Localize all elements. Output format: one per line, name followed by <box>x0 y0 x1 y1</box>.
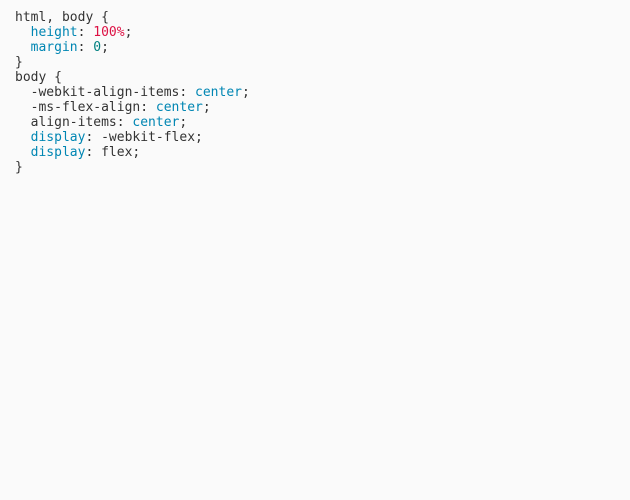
code-line: } <box>15 55 630 70</box>
code-line: align-items: center; <box>15 115 630 130</box>
code-line: html, body { <box>15 10 630 25</box>
code-token: ; <box>242 85 250 100</box>
code-line: body { <box>15 70 630 85</box>
code-token: center <box>132 115 179 130</box>
code-token: : <box>78 25 94 40</box>
code-token: height <box>31 25 78 40</box>
code-token: html, body { <box>15 10 109 25</box>
code-token: } <box>15 160 23 175</box>
code-token: : -webkit-flex; <box>85 130 202 145</box>
code-line: display: flex; <box>15 145 630 160</box>
code-line: -ms-flex-align: center; <box>15 100 630 115</box>
code-token: } <box>15 55 23 70</box>
code-line: } <box>15 160 630 175</box>
code-token: 0 <box>93 40 101 55</box>
code-token: display <box>31 130 86 145</box>
code-line: margin: 0; <box>15 40 630 55</box>
code-line: display: -webkit-flex; <box>15 130 630 145</box>
code-token: -webkit-align-items: <box>31 85 195 100</box>
code-block: html, body { height: 100%; margin: 0;}bo… <box>15 10 630 175</box>
code-token: -ms-flex-align: <box>31 100 156 115</box>
code-token: ; <box>101 40 109 55</box>
code-line: -webkit-align-items: center; <box>15 85 630 100</box>
code-token: body { <box>15 70 62 85</box>
code-token: display <box>31 145 86 160</box>
code-token: ; <box>125 25 133 40</box>
code-token: ; <box>179 115 187 130</box>
code-token: margin <box>31 40 78 55</box>
code-token: : <box>78 40 94 55</box>
code-token: : flex; <box>85 145 140 160</box>
code-token: align-items: <box>31 115 133 130</box>
code-line: height: 100%; <box>15 25 630 40</box>
code-token: 100% <box>93 25 124 40</box>
code-token: ; <box>203 100 211 115</box>
code-token: center <box>156 100 203 115</box>
code-token: center <box>195 85 242 100</box>
